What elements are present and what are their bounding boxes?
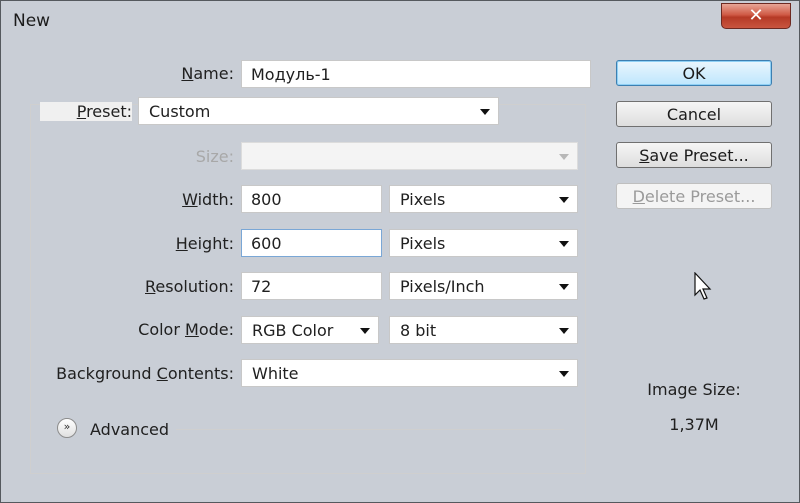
height-unit-value: Pixels — [400, 234, 446, 253]
ok-button[interactable]: OK — [616, 60, 772, 86]
background-contents-label: Background Contents: — [56, 364, 234, 383]
close-button[interactable]: ✕ — [721, 3, 791, 29]
preset-label: Preset: — [40, 102, 132, 121]
delete-preset-button[interactable]: Delete Preset... — [616, 183, 772, 209]
bit-depth-dropdown[interactable]: 8 bit — [389, 316, 578, 344]
chevron-down-icon — [559, 284, 569, 290]
image-size-value: 1,37M — [669, 415, 719, 434]
cancel-button[interactable]: Cancel — [616, 101, 772, 127]
background-contents-dropdown[interactable]: White — [241, 359, 578, 387]
image-size-label: Image Size: — [647, 380, 741, 399]
mouse-cursor-icon — [694, 272, 712, 300]
size-dropdown[interactable] — [241, 142, 578, 170]
preset-dropdown[interactable]: Custom — [138, 97, 499, 125]
resolution-label: Resolution: — [145, 277, 234, 296]
color-mode-dropdown[interactable]: RGB Color — [241, 316, 379, 344]
advanced-divider — [176, 429, 564, 430]
width-label: Width: — [182, 190, 234, 209]
chevron-double-down-icon[interactable]: » — [57, 418, 77, 438]
chevron-down-icon — [360, 328, 370, 334]
background-contents-value: White — [252, 364, 299, 383]
title-bar[interactable]: New ✕ — [1, 1, 799, 41]
height-label: Height: — [175, 234, 234, 253]
resolution-unit-value: Pixels/Inch — [400, 277, 485, 296]
resolution-unit-dropdown[interactable]: Pixels/Inch — [389, 272, 578, 300]
color-mode-label: Color Mode: — [138, 320, 234, 339]
chevron-down-icon — [559, 197, 569, 203]
save-preset-button[interactable]: Save Preset... — [616, 142, 772, 168]
height-unit-dropdown[interactable]: Pixels — [389, 229, 578, 257]
resolution-input[interactable]: 72 — [241, 272, 382, 300]
chevron-down-icon — [559, 241, 569, 247]
width-unit-value: Pixels — [400, 190, 446, 209]
chevron-down-icon — [559, 371, 569, 377]
dialog-title: New — [13, 11, 51, 31]
name-input[interactable]: Модуль-1 — [241, 60, 591, 88]
color-mode-value: RGB Color — [252, 321, 334, 340]
width-unit-dropdown[interactable]: Pixels — [389, 185, 578, 213]
advanced-toggle-label[interactable]: Advanced — [90, 420, 169, 439]
close-icon: ✕ — [748, 5, 764, 26]
width-input[interactable]: 800 — [241, 185, 382, 213]
chevron-down-icon — [480, 109, 490, 115]
size-label: Size: — [195, 147, 234, 166]
name-label: Name: — [181, 64, 234, 83]
chevron-down-icon — [559, 154, 569, 160]
height-input[interactable]: 600 — [241, 229, 382, 257]
chevron-down-icon — [559, 328, 569, 334]
preset-value: Custom — [149, 102, 211, 121]
bit-depth-value: 8 bit — [400, 321, 437, 340]
